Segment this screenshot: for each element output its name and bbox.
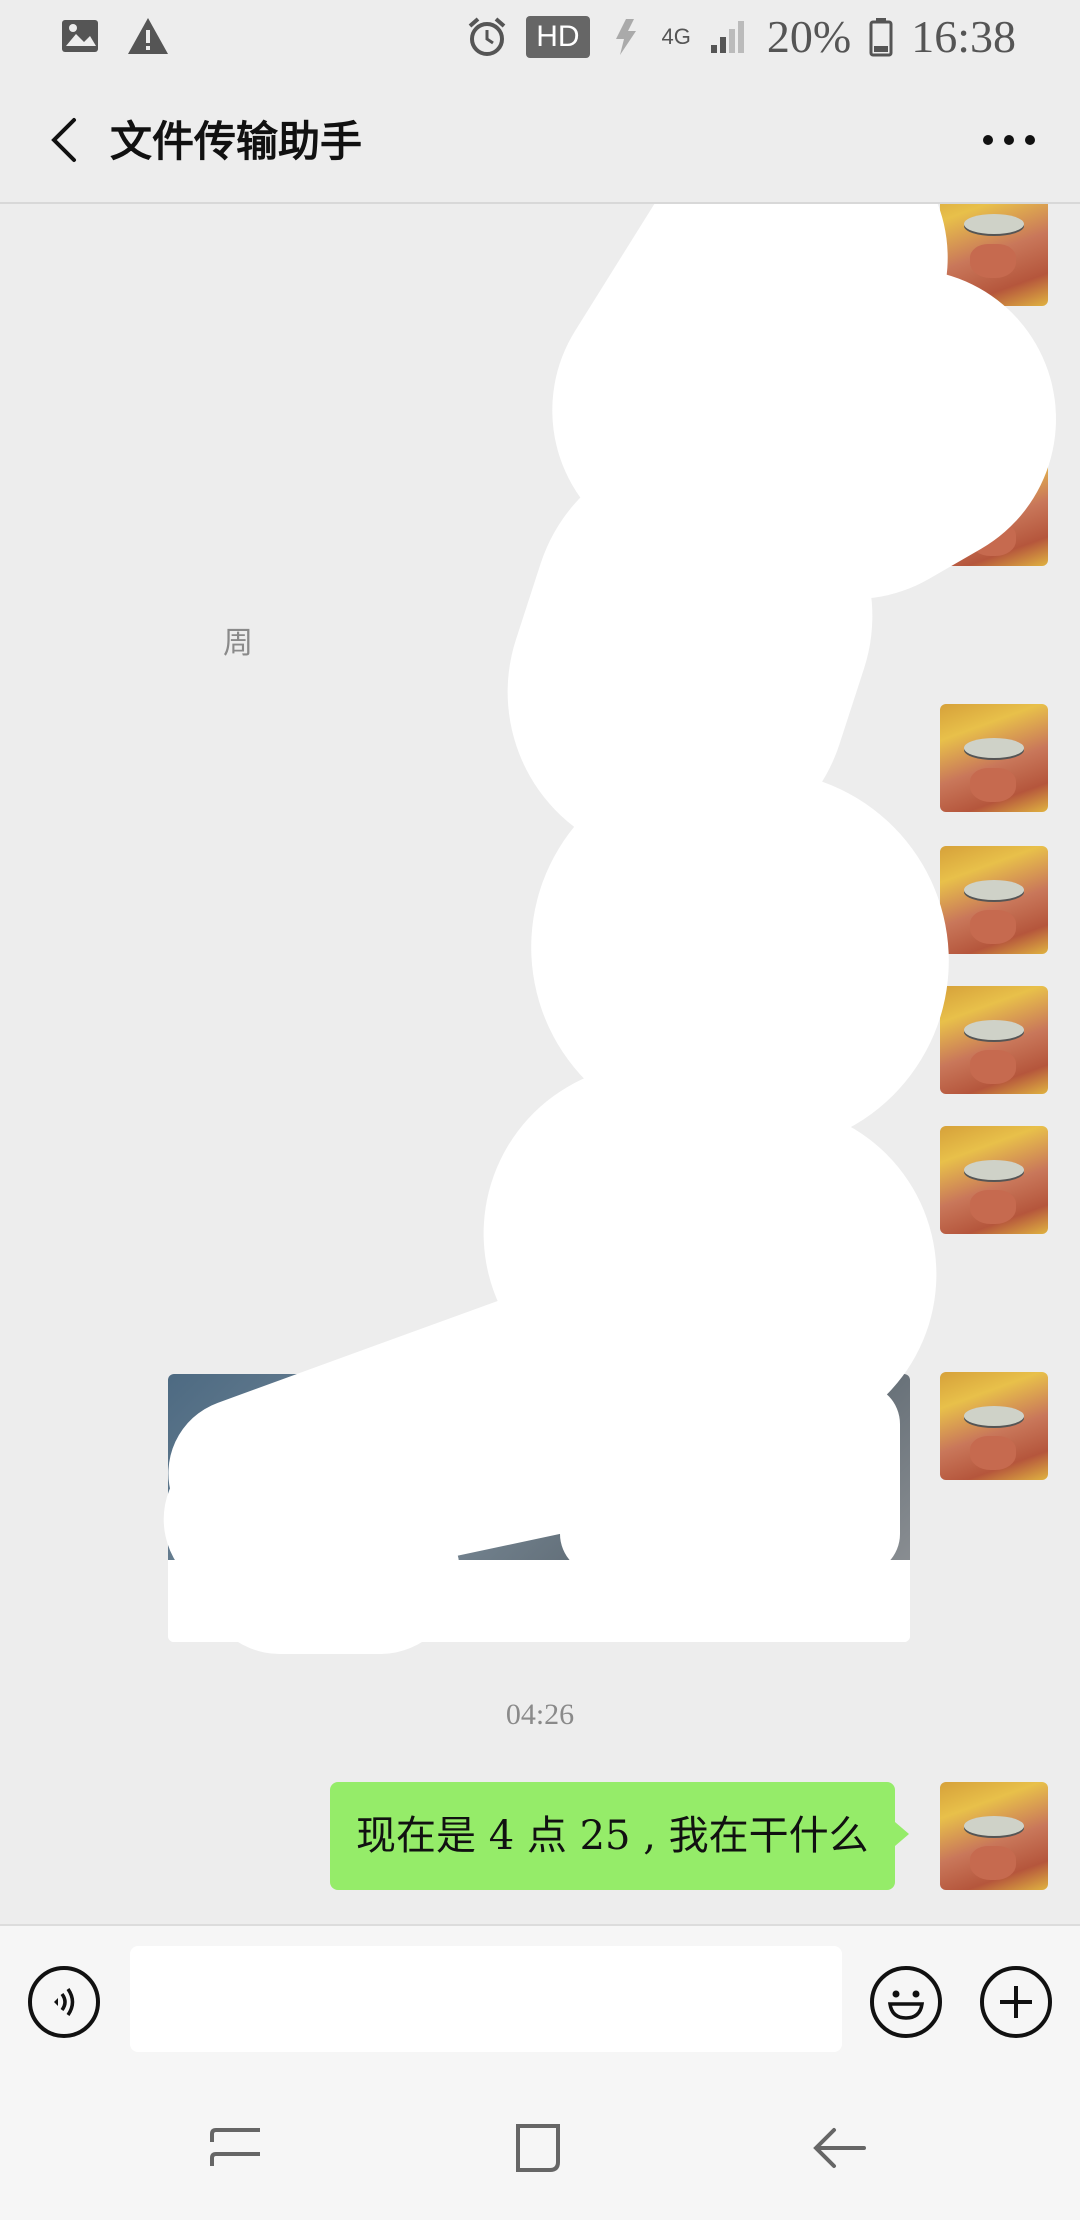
avatar[interactable] <box>940 846 1048 954</box>
image-icon <box>62 20 98 52</box>
voice-icon <box>54 1988 75 2016</box>
battery-percent: 20% <box>766 11 852 62</box>
more-dots-icon[interactable] <box>974 110 1044 170</box>
status-left-icons <box>60 16 170 56</box>
status-bar: HD 4G 20% 16:38 <box>0 0 1080 72</box>
chevron-left-icon[interactable] <box>36 110 96 170</box>
plus-button[interactable] <box>980 1966 1052 2038</box>
avatar[interactable] <box>940 1782 1048 1890</box>
chat-header: 文件传输助手 <box>0 82 1080 204</box>
redaction-scribble <box>560 1384 900 1574</box>
message-list[interactable]: 周 19: 04:26 现在是 4 点 25 , 我在干什么 <box>0 204 1080 1924</box>
voice-button[interactable] <box>28 1966 100 2038</box>
warning-icon <box>128 18 168 54</box>
recents-icon[interactable] <box>206 2118 266 2178</box>
message-bubble[interactable]: 现在是 4 点 25 , 我在干什么 <box>330 1782 909 1890</box>
back-icon[interactable] <box>810 2118 870 2178</box>
status-right-icons: HD 4G 20% 16:38 <box>466 10 1016 63</box>
hd-icon: HD <box>526 15 590 58</box>
avatar[interactable] <box>940 704 1048 812</box>
avatar[interactable] <box>940 1126 1048 1234</box>
time-label: 04:26 <box>505 1698 575 1731</box>
alarm-icon <box>468 16 506 56</box>
avatar[interactable] <box>940 1372 1048 1480</box>
network-4g-icon: 4G <box>661 23 691 49</box>
battery-icon <box>869 17 893 56</box>
plus-icon <box>1000 1986 1032 2018</box>
chat-input-bar <box>0 1924 1080 2076</box>
system-navigation-bar <box>0 2074 1080 2220</box>
avatar[interactable] <box>940 986 1048 1094</box>
redaction-scribble <box>200 1494 460 1654</box>
page-title: 文件传输助手 <box>110 117 363 166</box>
message-input[interactable] <box>130 1946 842 2052</box>
home-icon[interactable] <box>508 2118 568 2178</box>
emoji-icon <box>887 1990 925 2020</box>
data-saver-icon <box>615 18 636 55</box>
emoji-button[interactable] <box>870 1966 942 2038</box>
signal-icon <box>710 20 744 53</box>
status-time: 16:38 <box>911 11 1016 62</box>
